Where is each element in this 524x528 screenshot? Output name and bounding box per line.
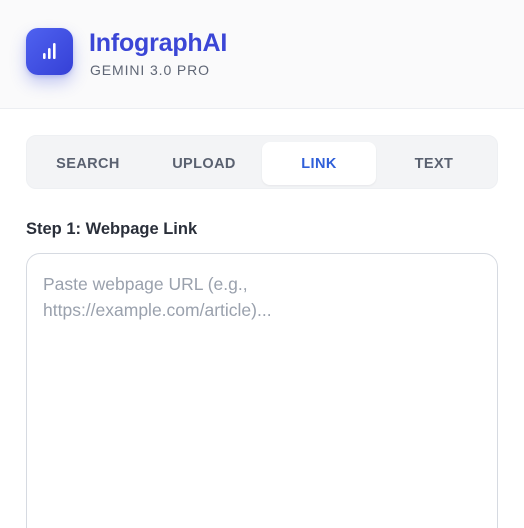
app-logo [26, 28, 73, 75]
app-title: InfographAI [89, 29, 228, 57]
tab-text[interactable]: TEXT [377, 142, 491, 185]
tab-link[interactable]: LINK [262, 142, 376, 185]
webpage-url-input[interactable] [26, 253, 498, 528]
step-label: Step 1: Webpage Link [26, 220, 198, 238]
app-window: InfographAI GEMINI 3.0 PRO SEARCH UPLOAD… [0, 0, 524, 528]
bar-chart-icon [43, 43, 56, 59]
tab-upload[interactable]: UPLOAD [147, 142, 261, 185]
app-subtitle: GEMINI 3.0 PRO [90, 62, 210, 78]
input-mode-tabs: SEARCH UPLOAD LINK TEXT [26, 135, 498, 189]
app-header: InfographAI GEMINI 3.0 PRO [0, 0, 524, 109]
tab-search[interactable]: SEARCH [31, 142, 145, 185]
